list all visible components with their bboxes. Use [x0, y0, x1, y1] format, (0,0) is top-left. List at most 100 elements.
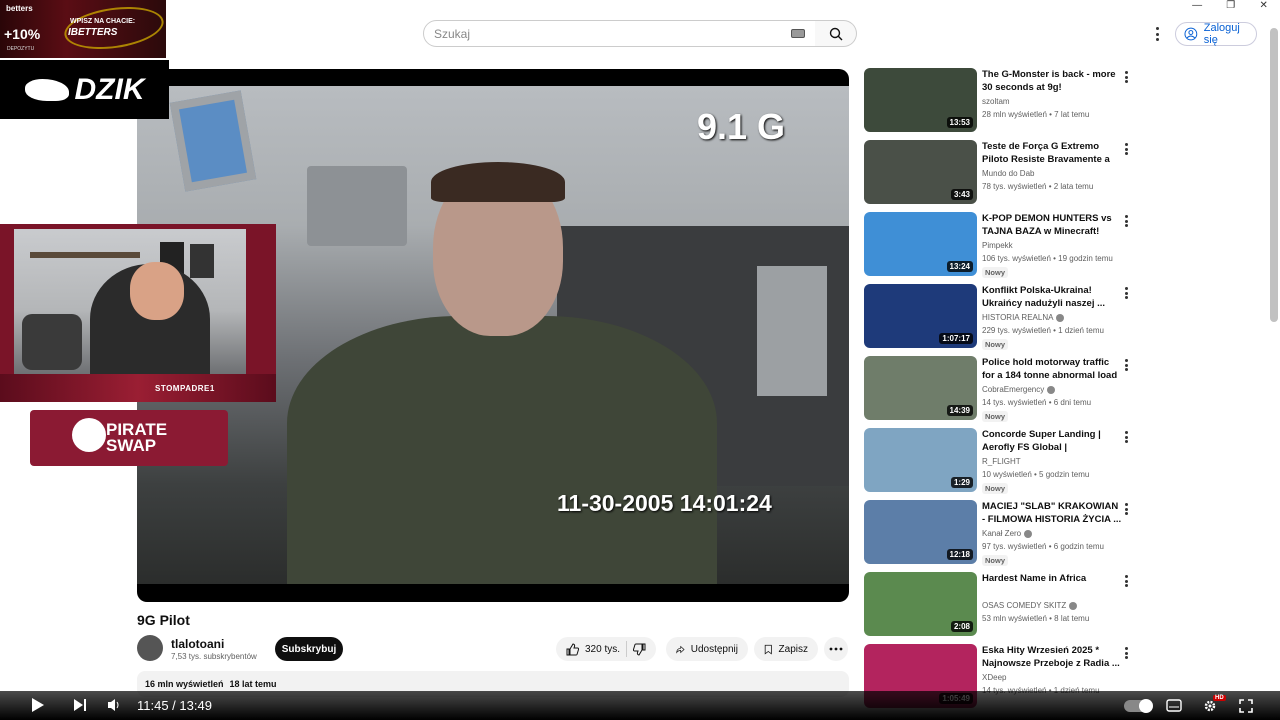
- control-box: [757, 266, 827, 396]
- video-thumbnail[interactable]: 12:18: [864, 500, 977, 564]
- recommendation-channel[interactable]: szoltam: [982, 97, 1010, 106]
- settings-gear-icon[interactable]: [1203, 699, 1217, 713]
- sign-in-button[interactable]: Zaloguj się: [1175, 22, 1257, 46]
- like-count[interactable]: 320 tys.: [585, 644, 620, 655]
- search-placeholder: Szukaj: [434, 26, 471, 41]
- recommendation-title[interactable]: The G-Monster is back - more 30 seconds …: [982, 68, 1122, 94]
- duration-badge: 13:24: [946, 261, 973, 272]
- scrollbar[interactable]: [1270, 28, 1278, 322]
- like-icon[interactable]: [566, 642, 579, 656]
- recommendation-menu-button[interactable]: [1125, 143, 1129, 155]
- save-button[interactable]: Zapisz: [754, 637, 818, 661]
- recommendation-channel[interactable]: R_FLIGHT: [982, 457, 1021, 466]
- restore-button[interactable]: ❐: [1226, 0, 1235, 14]
- channel-label: XDeep: [982, 673, 1007, 682]
- volume-icon[interactable]: [107, 697, 121, 713]
- recommendation-channel[interactable]: CobraEmergency: [982, 385, 1056, 394]
- recommendation-title[interactable]: Eska Hity Wrzesień 2025 * Najnowsze Prze…: [982, 644, 1122, 670]
- recommendation-menu-button[interactable]: [1125, 575, 1129, 587]
- subtitles-icon[interactable]: [1166, 699, 1182, 712]
- fullscreen-icon[interactable]: [1239, 699, 1253, 713]
- next-icon[interactable]: [73, 697, 87, 713]
- recommendation-channel[interactable]: HISTORIA REALNA: [982, 313, 1065, 322]
- more-horiz-icon: [829, 647, 843, 651]
- recommendation-menu-button[interactable]: [1125, 287, 1129, 299]
- recommendation-item[interactable]: 14:39 Police hold motorway traffic for a …: [864, 356, 1134, 422]
- g-force-readout: 9.1 G: [697, 106, 786, 147]
- upload-age: 18 lat temu: [229, 679, 277, 689]
- recommendation-meta: 106 tys. wyświetleń • 19 godzin temu: [982, 254, 1113, 263]
- recommendation-menu-button[interactable]: [1125, 71, 1129, 83]
- settings-menu-button[interactable]: [1150, 27, 1164, 41]
- keyboard-icon[interactable]: [791, 29, 805, 38]
- recommendation-channel[interactable]: XDeep: [982, 673, 1006, 682]
- recommendation-item[interactable]: 12:18 MACIEJ "SLAB" KRAKOWIAN - FILMOWA H…: [864, 500, 1134, 566]
- cockpit-window: [169, 90, 257, 192]
- subscribe-button[interactable]: Subskrybuj: [275, 637, 343, 661]
- recommendation-meta: 28 mln wyświetleń • 7 lat temu: [982, 110, 1090, 119]
- recommendation-item[interactable]: 2:08 Hardest Name in Africa OSAS COMEDY SK…: [864, 572, 1134, 636]
- betters-promo-banner: betters +10% DEPOZYTU WPISZ NA CHACIE: I…: [0, 0, 166, 58]
- recommendation-menu-button[interactable]: [1125, 359, 1129, 371]
- more-actions-button[interactable]: [824, 637, 848, 661]
- recommendation-title[interactable]: Police hold motorway traffic for a 184 t…: [982, 356, 1122, 383]
- window-controls: — ❐ ✕: [1180, 0, 1280, 14]
- channel-label: Mundo do Dab: [982, 169, 1035, 178]
- recommendation-title[interactable]: K-POP DEMON HUNTERS vs TAJNA BAZA w Mine…: [982, 212, 1122, 238]
- channel-label: CobraEmergency: [982, 385, 1045, 394]
- channel-avatar[interactable]: [137, 635, 163, 661]
- promo-bonus: +10%: [4, 26, 41, 42]
- video-thumbnail[interactable]: 13:53: [864, 68, 977, 132]
- skull-icon: [72, 418, 106, 452]
- recommendation-menu-button[interactable]: [1125, 647, 1129, 659]
- player-controls: 11:45 / 13:49 HD: [0, 691, 1280, 720]
- recommendation-channel[interactable]: Kanał Zero: [982, 529, 1033, 538]
- like-dislike-group: 320 tys.: [556, 637, 656, 661]
- recommendation-title[interactable]: Concorde Super Landing | Aerofly FS Glob…: [982, 428, 1122, 455]
- dzik-logo: DZIK: [0, 60, 169, 119]
- video-thumbnail[interactable]: 1:29: [864, 428, 977, 492]
- pilot-hair: [431, 162, 565, 202]
- duration-badge: 13:53: [946, 117, 973, 128]
- dislike-icon[interactable]: [633, 643, 646, 656]
- play-icon[interactable]: [31, 697, 45, 713]
- recommendation-item[interactable]: 13:24 K-POP DEMON HUNTERS vs TAJNA BAZA w…: [864, 212, 1134, 278]
- boar-icon: [24, 78, 69, 101]
- video-timestamp: 11-30-2005 14:01:24: [557, 490, 772, 516]
- video-thumbnail[interactable]: 13:24: [864, 212, 977, 276]
- channel-label: R_FLIGHT: [982, 457, 1021, 466]
- recommendation-title[interactable]: MACIEJ "SLAB" KRAKOWIAN - FILMOWA HISTOR…: [982, 500, 1122, 526]
- video-thumbnail[interactable]: 14:39: [864, 356, 977, 420]
- streamer-webcam: STOMPADRE1: [0, 224, 276, 402]
- search-input[interactable]: Szukaj: [423, 20, 816, 47]
- duration-badge: 14:39: [946, 405, 973, 416]
- recommendation-menu-button[interactable]: [1125, 503, 1129, 515]
- recommendation-title[interactable]: Konflikt Polska-Ukraina! Ukraińcy naduży…: [982, 284, 1122, 310]
- share-button[interactable]: Udostępnij: [666, 637, 748, 661]
- promo-bonus-sub: DEPOZYTU: [7, 46, 35, 52]
- promo-brand: betters: [6, 4, 33, 13]
- duration-badge: 1:07:17: [939, 333, 973, 344]
- new-badge: Nowy: [982, 267, 1009, 278]
- sign-in-label: Zaloguj się: [1203, 22, 1240, 46]
- recommendation-channel[interactable]: Pimpekk: [982, 241, 1013, 250]
- recommendation-channel[interactable]: OSAS COMEDY SKITZ: [982, 601, 1078, 610]
- autoplay-toggle[interactable]: [1124, 699, 1153, 713]
- recommendation-channel[interactable]: Mundo do Dab: [982, 169, 1034, 178]
- recommendation-menu-button[interactable]: [1125, 215, 1129, 227]
- search-button[interactable]: [815, 20, 857, 47]
- recommendation-item[interactable]: 1:07:17 Konflikt Polska-Ukraina! Ukraińcy…: [864, 284, 1134, 350]
- recommendation-title[interactable]: Hardest Name in Africa: [982, 572, 1122, 585]
- recommendation-item[interactable]: 3:43 Teste de Força G Extremo Piloto Resi…: [864, 140, 1134, 204]
- recommendation-menu-button[interactable]: [1125, 431, 1129, 443]
- minimize-button[interactable]: —: [1192, 0, 1202, 14]
- recommendation-title[interactable]: Teste de Força G Extremo Piloto Resiste …: [982, 140, 1122, 167]
- video-thumbnail[interactable]: 2:08: [864, 572, 977, 636]
- video-title: 9G Pilot: [137, 612, 190, 628]
- recommendation-item[interactable]: 13:53 The G-Monster is back - more 30 sec…: [864, 68, 1134, 132]
- close-button[interactable]: ✕: [1259, 0, 1267, 14]
- video-thumbnail[interactable]: 3:43: [864, 140, 977, 204]
- video-thumbnail[interactable]: 1:07:17: [864, 284, 977, 348]
- channel-name[interactable]: tlalotoani: [171, 637, 224, 651]
- recommendation-item[interactable]: 1:29 Concorde Super Landing | Aerofly FS …: [864, 428, 1134, 494]
